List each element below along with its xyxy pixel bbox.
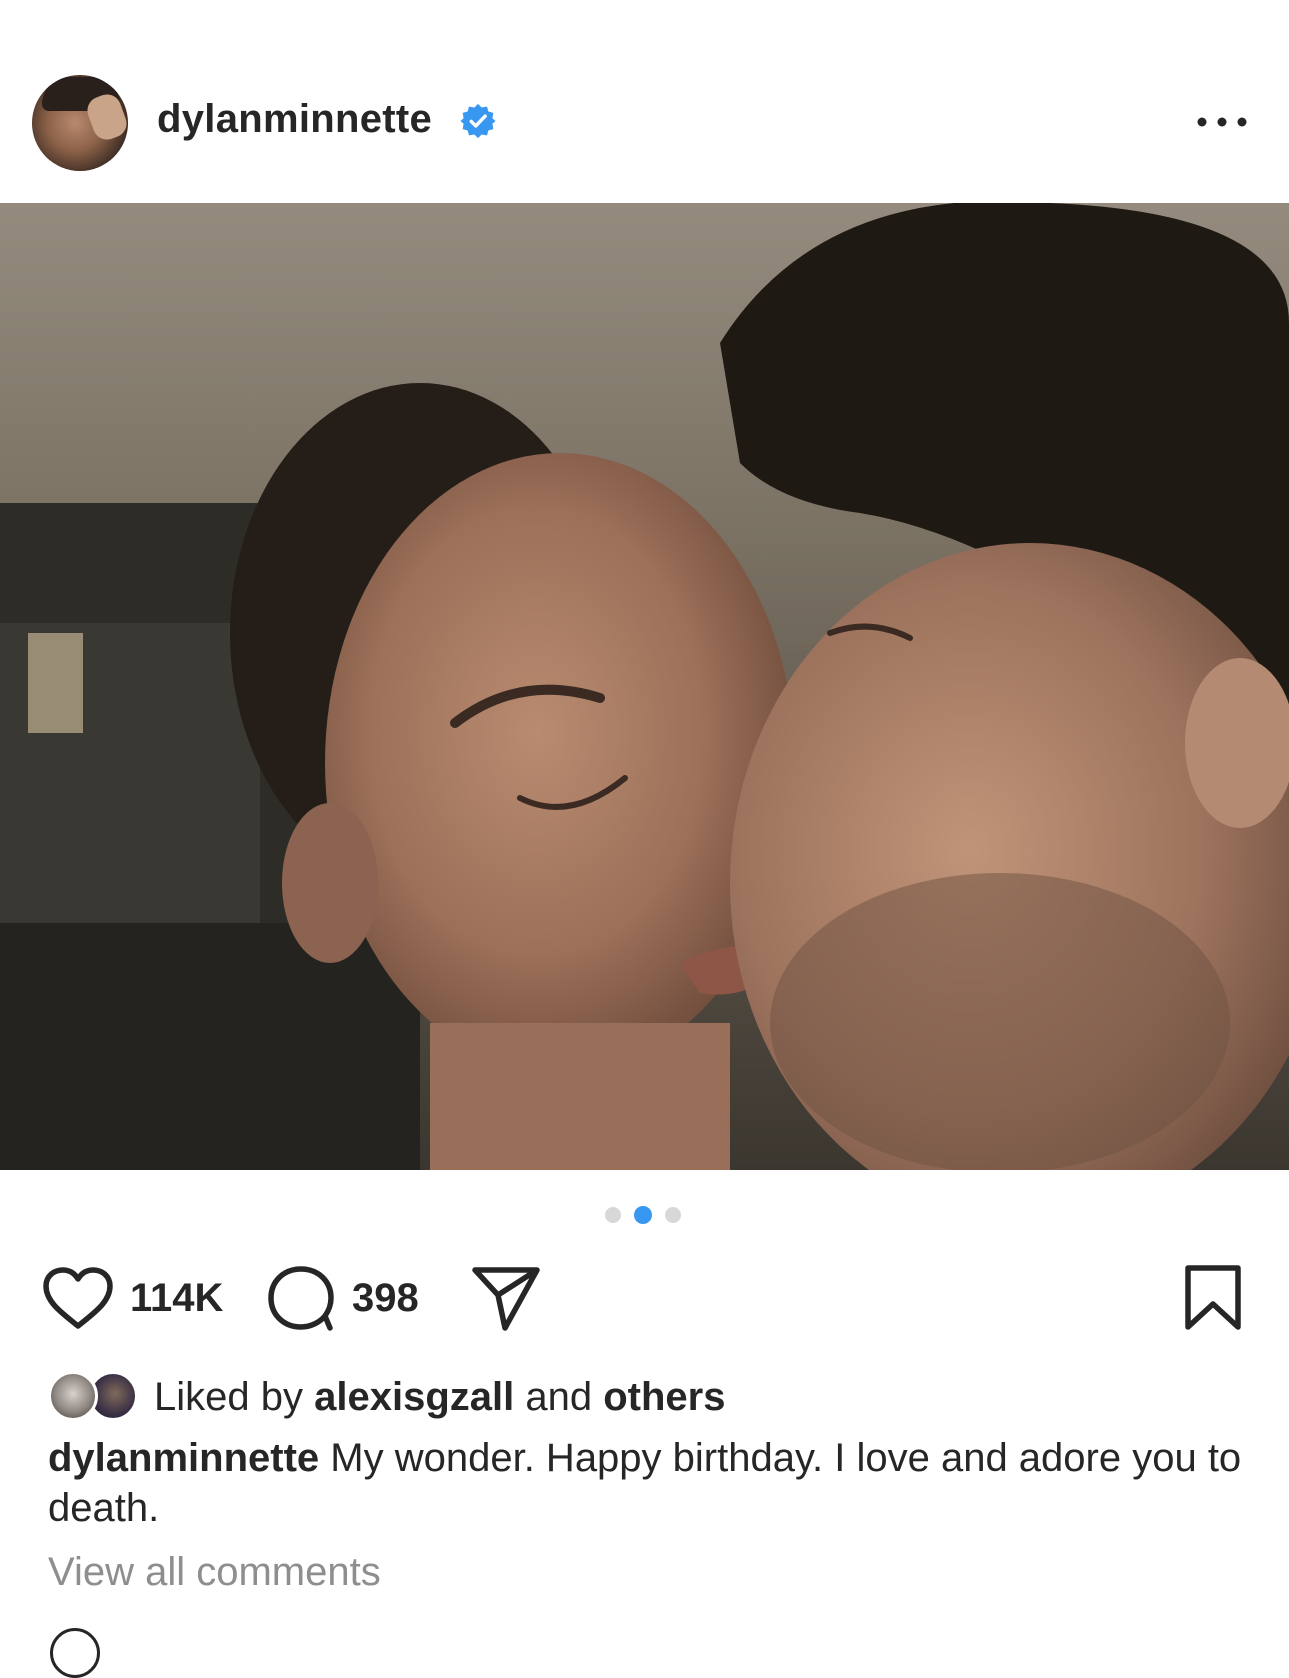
liked-by-others[interactable]: others <box>603 1375 725 1419</box>
carousel-dot <box>665 1207 681 1223</box>
more-horizontal-icon[interactable] <box>1194 110 1250 134</box>
heart-icon[interactable] <box>42 1266 114 1330</box>
liked-by-joiner: and <box>525 1375 593 1419</box>
carousel-dots <box>605 1206 685 1224</box>
comment-bubble-icon[interactable] <box>266 1264 336 1332</box>
bookmark-icon[interactable] <box>1182 1264 1244 1332</box>
post-caption: dylanminnette My wonder. Happy birthday.… <box>48 1433 1248 1533</box>
profile-avatar[interactable] <box>32 75 128 171</box>
paper-plane-icon[interactable] <box>470 1264 542 1332</box>
carousel-dot-active <box>634 1206 652 1224</box>
post-username[interactable]: dylanminnette <box>157 97 432 142</box>
like-count[interactable]: 114K <box>130 1276 223 1321</box>
liked-by-row: Liked by alexisgzall and others <box>48 1369 1248 1425</box>
liker-avatar[interactable] <box>48 1371 98 1421</box>
liked-by-text: Liked by alexisgzall and others <box>154 1375 725 1420</box>
verified-badge-icon <box>460 103 496 139</box>
caption-username[interactable]: dylanminnette <box>48 1436 319 1480</box>
post-header: dylanminnette <box>0 0 1289 203</box>
view-all-comments-link[interactable]: View all comments <box>48 1550 381 1595</box>
liked-by-user[interactable]: alexisgzall <box>314 1375 514 1419</box>
comment-count[interactable]: 398 <box>352 1276 419 1321</box>
post-photo[interactable] <box>0 203 1289 1170</box>
carousel-dot <box>605 1207 621 1223</box>
photo-illustration <box>0 203 1289 1170</box>
liked-by-prefix: Liked by <box>154 1375 303 1419</box>
